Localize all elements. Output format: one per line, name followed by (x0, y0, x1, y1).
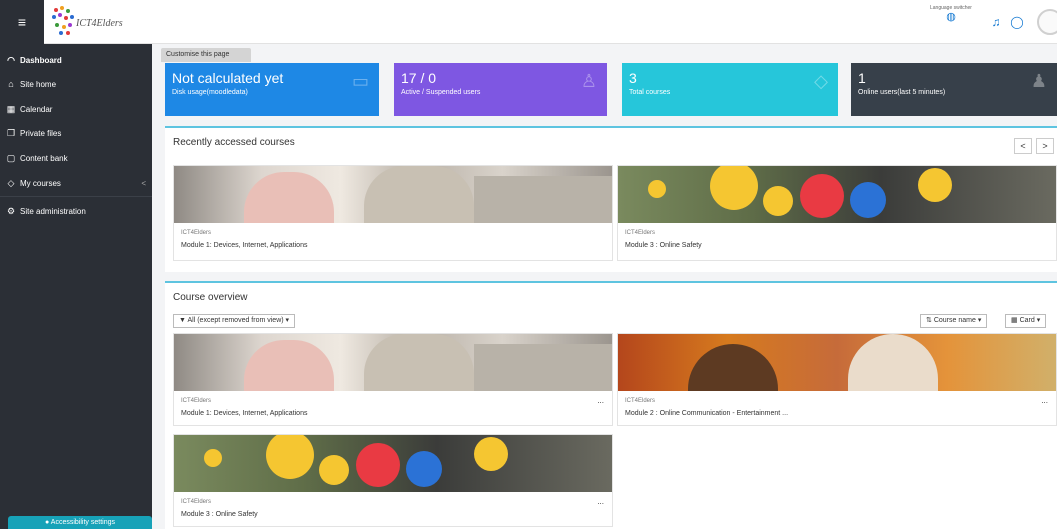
hamburger-icon[interactable]: ≡ (0, 0, 44, 44)
chat-icon[interactable]: ◯ (1009, 14, 1025, 30)
sort-label: Course name (933, 317, 976, 324)
course-name-link[interactable]: Module 3 : Online Safety (625, 242, 702, 249)
sidebar-item-label: Private files (20, 128, 62, 138)
next-button[interactable]: > (1036, 138, 1054, 154)
info-icon: ● (45, 519, 50, 526)
stat-label: Total courses (629, 89, 671, 96)
user-avatar[interactable] (1037, 9, 1057, 35)
stat-online-users: 1 Online users(last 5 minutes) ♟ (851, 63, 1057, 116)
sidebar-item-label: My courses (20, 178, 61, 188)
course-image[interactable] (174, 435, 612, 492)
stat-value: 17 / 0 (401, 70, 437, 86)
recent-course-card[interactable]: ICT4Elders Module 3 : Online Safety (617, 165, 1057, 261)
stat-disk-usage: Not calculated yet Disk usage(moodledata… (165, 63, 379, 116)
course-menu-button[interactable]: ... (597, 396, 604, 405)
stat-users: 17 / 0 Active / Suspended users ♙ (394, 63, 607, 116)
stat-label: Disk usage(moodledata) (172, 89, 248, 96)
filter-label: All (except removed from view) (187, 317, 284, 324)
sidebar-item-label: Dashboard (20, 55, 62, 65)
chevron-left-icon[interactable]: < (141, 179, 146, 188)
dashboard-icon: ◠ (7, 54, 15, 65)
course-name-link[interactable]: Module 3 : Online Safety (181, 511, 258, 518)
course-name-link[interactable]: Module 2 : Online Communication - Entert… (625, 410, 788, 417)
top-navbar: ≡ ICT4Elders Language switcher ◍ ♫ ◯ (0, 0, 1057, 44)
sort-icon: ⇅ (926, 317, 932, 324)
sidebar-item-label: Site home (20, 79, 57, 89)
inbox-icon: ▭ (351, 71, 369, 91)
files-icon: ❐ (6, 127, 16, 138)
stat-value: 1 (858, 70, 866, 86)
chevron-down-icon: ▾ (285, 317, 290, 324)
customise-page-button[interactable]: Customise this page (161, 48, 251, 62)
content-bank-icon: ▢ (6, 152, 16, 163)
course-category: ICT4Elders (181, 499, 212, 505)
sidebar-item-site-home[interactable]: ⌂ Site home (6, 76, 146, 92)
sort-dropdown[interactable]: ⇅ Course name ▾ (920, 314, 988, 328)
stat-label: Online users(last 5 minutes) (858, 89, 946, 96)
course-category: ICT4Elders (181, 398, 212, 404)
globe-icon: ◍ (946, 11, 956, 23)
course-name-link[interactable]: Module 1: Devices, Internet, Application… (181, 410, 307, 417)
recent-courses-title: Recently accessed courses (173, 137, 295, 148)
course-category: ICT4Elders (625, 398, 656, 404)
sidebar-item-private-files[interactable]: ❐ Private files (6, 125, 146, 141)
stat-value: 3 (629, 70, 637, 86)
sidebar-item-my-courses[interactable]: ◇ My courses < (6, 175, 146, 191)
logo-dots-icon (50, 6, 74, 36)
view-dropdown[interactable]: ▦ Card ▾ (1005, 314, 1047, 328)
graduation-cap-icon: ◇ (814, 71, 828, 91)
sidebar: ◠ Dashboard ⌂ Site home ▦ Calendar ❐ Pri… (0, 44, 152, 529)
course-menu-button[interactable]: ... (597, 497, 604, 506)
chevron-down-icon: ▾ (977, 317, 982, 324)
recent-course-card[interactable]: ICT4Elders Module 1: Devices, Internet, … (173, 165, 613, 261)
course-image[interactable] (618, 166, 1056, 223)
online-users-icon: ♟ (1030, 71, 1047, 91)
course-overview-block: Course overview ▼ All (except removed fr… (165, 281, 1057, 529)
site-logo[interactable]: ICT4Elders (50, 6, 123, 36)
gear-icon: ⚙ (6, 205, 16, 216)
course-card[interactable]: ICT4Elders Module 1: Devices, Internet, … (173, 333, 613, 426)
course-overview-title: Course overview (173, 292, 248, 303)
users-icon: ♙ (580, 71, 597, 91)
course-category: ICT4Elders (181, 230, 212, 236)
course-image[interactable] (618, 334, 1056, 391)
course-name-link[interactable]: Module 1: Devices, Internet, Application… (181, 242, 307, 249)
sidebar-item-content-bank[interactable]: ▢ Content bank (6, 150, 146, 166)
sidebar-item-site-administration[interactable]: ⚙ Site administration (6, 203, 146, 219)
stat-label: Active / Suspended users (401, 89, 481, 96)
calendar-icon: ▦ (6, 103, 16, 114)
course-category: ICT4Elders (625, 230, 656, 236)
stat-value: Not calculated yet (172, 70, 284, 86)
sidebar-item-label: Content bank (20, 153, 68, 163)
accessibility-settings-button[interactable]: ● Accessibility settings (8, 516, 152, 529)
sidebar-item-dashboard[interactable]: ◠ Dashboard (6, 52, 146, 68)
course-menu-button[interactable]: ... (1041, 396, 1048, 405)
bell-icon[interactable]: ♫ (988, 14, 1004, 30)
stat-total-courses: 3 Total courses ◇ (622, 63, 838, 116)
sidebar-item-label: Site administration (20, 206, 86, 216)
sidebar-item-calendar[interactable]: ▦ Calendar (6, 101, 146, 117)
sidebar-item-label: Calendar (20, 104, 53, 114)
filter-icon: ▼ (179, 317, 186, 324)
course-image[interactable] (174, 166, 612, 223)
language-switcher[interactable]: Language switcher ◍ (926, 5, 976, 23)
view-label: Card (1019, 317, 1035, 324)
logo-text: ICT4Elders (76, 17, 123, 29)
home-icon: ⌂ (8, 79, 14, 89)
prev-button[interactable]: < (1014, 138, 1032, 154)
sidebar-divider (0, 196, 152, 197)
course-image[interactable] (174, 334, 612, 391)
recently-accessed-courses-block: Recently accessed courses < > ICT4Elders… (165, 126, 1057, 272)
accessibility-settings-label: Accessibility settings (50, 519, 115, 526)
course-card[interactable]: ICT4Elders Module 2 : Online Communicati… (617, 333, 1057, 426)
graduation-cap-icon: ◇ (7, 177, 15, 188)
filter-dropdown[interactable]: ▼ All (except removed from view) ▾ (173, 314, 296, 328)
chevron-down-icon: ▾ (1036, 317, 1041, 324)
course-card[interactable]: ICT4Elders Module 3 : Online Safety ... (173, 434, 613, 527)
grid-icon: ▦ (1011, 317, 1018, 324)
